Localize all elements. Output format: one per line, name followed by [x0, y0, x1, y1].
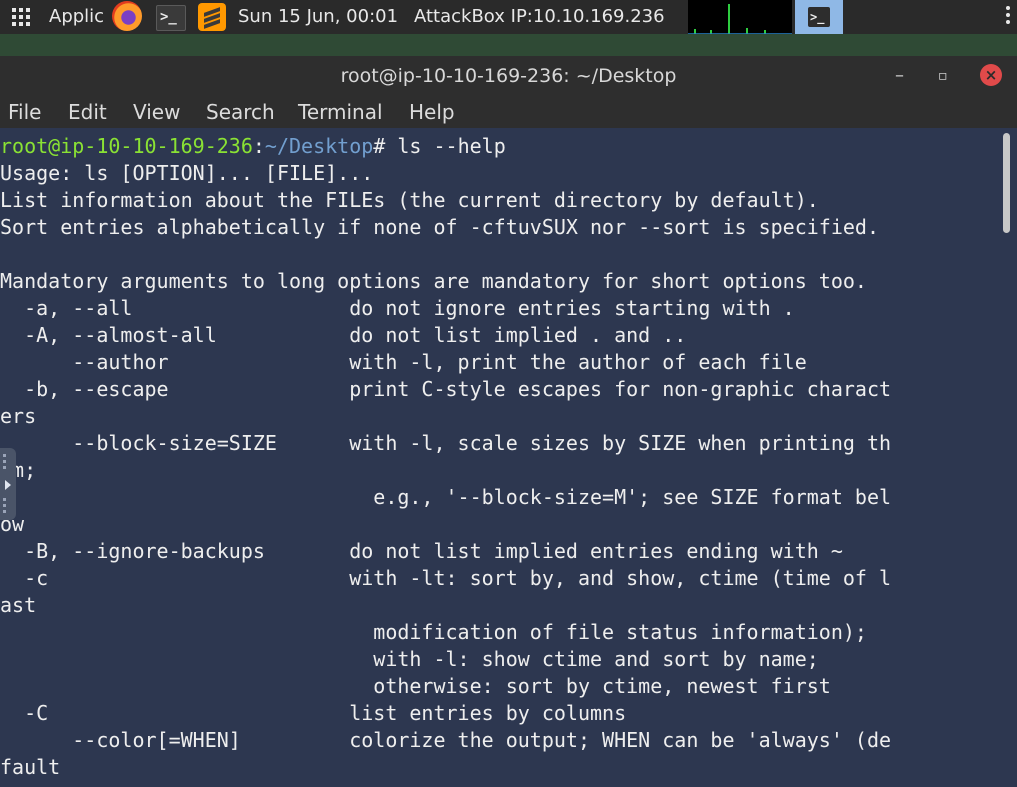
output-line: --block-size=SIZE with -l, scale sizes b… [0, 431, 892, 455]
output-line: List information about the FILEs (the cu… [0, 188, 819, 212]
window-titlebar[interactable]: root@ip-10-10-169-236: ~/Desktop – ▫ × [0, 56, 1017, 96]
apps-grid-icon[interactable] [12, 8, 32, 26]
output-line: e.g., '--block-size=M'; see SIZE format … [0, 485, 892, 509]
output-line: Sort entries alphabetically if none of -… [0, 215, 879, 239]
prompt-symbol: # [373, 134, 398, 158]
output-line: otherwise: sort by ctime, newest first [0, 674, 831, 698]
menu-bar: File Edit View Search Terminal Help [0, 96, 1017, 128]
output-line: Usage: ls [OPTION]... [FILE]... [0, 161, 374, 185]
side-panel-toggle[interactable] [0, 448, 16, 520]
maximize-button[interactable]: ▫ [938, 56, 948, 96]
prompt-user-host: root@ip-10-10-169-236 [0, 134, 253, 158]
output-line: -a, --all do not ignore entries starting… [0, 296, 795, 320]
output-line: ow [0, 512, 25, 536]
attackbox-ip-label: AttackBox IP:10.10.169.236 [414, 6, 665, 27]
output-line: ast [0, 593, 37, 617]
scrollbar-thumb[interactable] [1003, 133, 1010, 233]
output-line: Mandatory arguments to long options are … [0, 269, 867, 293]
menu-terminal[interactable]: Terminal [298, 96, 383, 128]
window-title: root@ip-10-10-169-236: ~/Desktop [340, 65, 677, 87]
minimize-button[interactable]: – [895, 56, 904, 96]
prompt-line: root@ip-10-10-169-236:~/Desktop# ls --he… [0, 133, 998, 160]
output-line: --color[=WHEN] colorize the output; WHEN… [0, 728, 892, 752]
output-line: em; [0, 458, 37, 482]
output-line: with -l: show ctime and sort by name; [0, 647, 819, 671]
desktop-background [0, 34, 1017, 56]
panel-overflow-icon[interactable] [1006, 6, 1011, 28]
output-line: -b, --escape print C-style escapes for n… [0, 377, 892, 401]
firefox-icon[interactable] [112, 1, 142, 31]
output-line: -A, --almost-all do not list implied . a… [0, 323, 687, 347]
menu-file[interactable]: File [8, 96, 41, 128]
menu-search[interactable]: Search [206, 96, 275, 128]
clock[interactable]: Sun 15 Jun, 00:01 [238, 0, 398, 34]
output-line: -c with -lt: sort by, and show, ctime (t… [0, 566, 892, 590]
prompt-separator: : [252, 134, 265, 158]
output-line: fault [0, 755, 61, 779]
menu-help[interactable]: Help [409, 96, 455, 128]
output-line: --author with -l, print the author of ea… [0, 350, 807, 374]
close-button[interactable]: × [980, 64, 1002, 86]
expand-arrow-icon [5, 480, 11, 490]
sublime-text-icon[interactable] [198, 3, 226, 31]
terminal-output: root@ip-10-10-169-236:~/Desktop# ls --he… [0, 133, 998, 781]
output-line: -C list entries by columns [0, 701, 627, 725]
top-panel: Applic >_ Sun 15 Jun, 00:01 AttackBox IP… [0, 0, 1017, 36]
prompt-command: ls --help [397, 134, 506, 158]
prompt-path: ~/Desktop [264, 134, 374, 158]
terminal-scrollbar[interactable] [1000, 133, 1012, 783]
active-terminal-taskbar-icon[interactable]: >_ [795, 0, 843, 36]
output-line: -B, --ignore-backups do not list implied… [0, 539, 843, 563]
network-monitor-graph [688, 0, 792, 36]
output-line: modification of file status information)… [0, 620, 867, 644]
applications-menu[interactable]: Applic [49, 0, 104, 34]
menu-view[interactable]: View [133, 96, 180, 128]
terminal-area[interactable]: root@ip-10-10-169-236:~/Desktop# ls --he… [0, 128, 1017, 787]
output-line: ers [0, 404, 37, 428]
menu-edit[interactable]: Edit [68, 96, 107, 128]
terminal-launcher-icon[interactable]: >_ [156, 5, 186, 31]
